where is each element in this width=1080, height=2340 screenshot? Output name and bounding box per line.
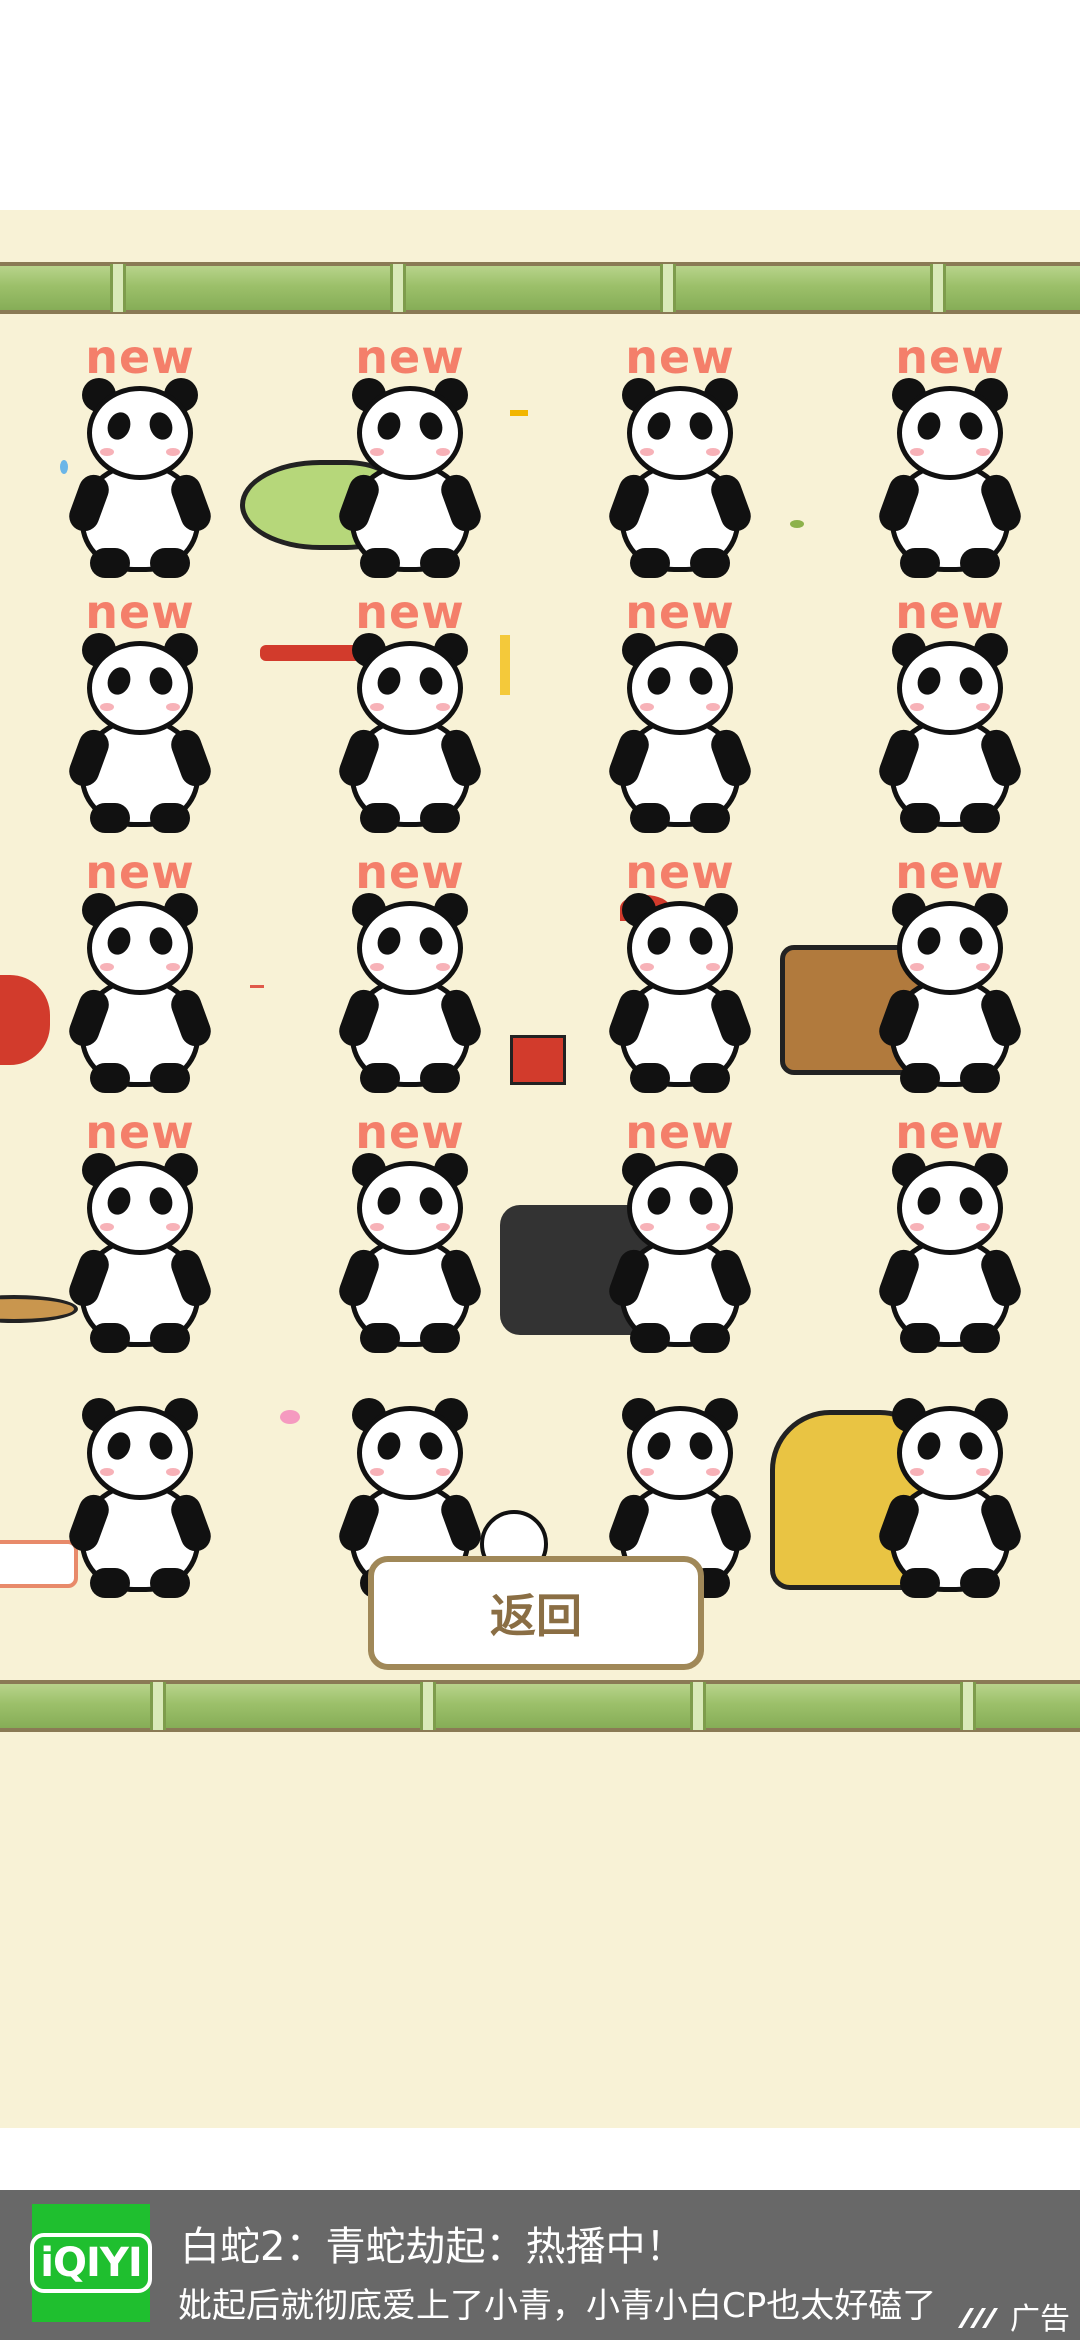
sticker-headband-fighter[interactable]: new (260, 585, 545, 845)
back-button[interactable]: 返回 (368, 1556, 704, 1670)
ad-logo-text: iQIYI (30, 2233, 152, 2293)
sticker-barrel-bath[interactable]: new (780, 845, 1080, 1105)
panda-icon (0, 1145, 240, 1355)
panda-icon (310, 1145, 510, 1355)
sticker-shy[interactable]: new (250, 845, 545, 1105)
sticker-royal-throne[interactable] (770, 1380, 1080, 1640)
ad-subtitle: 妣起后就彻底爱上了小青，小青小白CP也太好磕了 (178, 2286, 937, 2326)
sticker-sleeping-in-leaf-blanket[interactable]: new (240, 330, 545, 590)
panda-icon (0, 885, 240, 1095)
bamboo-border-bottom (0, 1680, 1080, 1732)
ad-title: 白蛇2：青蛇劫起：热播中！ (180, 2224, 686, 2270)
iqiyi-logo-icon: iQIYI (30, 2204, 152, 2322)
sticker-startled[interactable]: new (510, 330, 815, 590)
sticker-lying-eating-leaf[interactable]: new (790, 330, 1080, 590)
sticker-birthday-cake-party[interactable] (0, 1380, 275, 1640)
sticker-christmas-gifts[interactable]: new (510, 845, 815, 1105)
sticker-family-dinner-table[interactable]: new (0, 1105, 275, 1365)
panda-icon (770, 1390, 1050, 1600)
sticker-motorbike-with-flag[interactable]: new (0, 845, 275, 1105)
sticker-collection-screen: new new new new new new new new new new new new new n… (0, 210, 1080, 2128)
sticker-crying[interactable]: new (5, 330, 275, 590)
panda-icon (790, 370, 1050, 580)
panda-icon (500, 625, 780, 835)
sticker-standing-blush[interactable]: new (5, 585, 275, 845)
panda-icon (510, 885, 780, 1095)
sticker-sitting-happy[interactable]: new (815, 585, 1080, 845)
sticker-greeting-wave[interactable]: new (815, 1105, 1080, 1365)
ad-tag-label: 广告 (1010, 2302, 1070, 2337)
panda-icon (850, 625, 1050, 835)
bamboo-border-top (0, 262, 1080, 314)
panda-icon (0, 1390, 240, 1600)
ad-tag: 广告 (948, 2294, 1070, 2338)
panda-icon (850, 1145, 1050, 1355)
sticker-cheering-with-glowsticks[interactable]: new (500, 585, 815, 845)
panda-icon (250, 885, 510, 1095)
ad-mark-icon (958, 2308, 998, 2328)
panda-icon (510, 370, 780, 580)
panda-icon (40, 625, 240, 835)
ad-banner[interactable]: iQIYI 白蛇2：青蛇劫起：热播中！ 妣起后就彻底爱上了小青，小青小白CP也太… (0, 2190, 1080, 2340)
panda-icon (40, 370, 240, 580)
panda-icon (500, 1145, 780, 1355)
panda-icon (260, 625, 510, 835)
panda-icon (780, 885, 1050, 1095)
panda-icon (240, 370, 510, 580)
sticker-coat-with-flags[interactable]: new (500, 1105, 815, 1365)
